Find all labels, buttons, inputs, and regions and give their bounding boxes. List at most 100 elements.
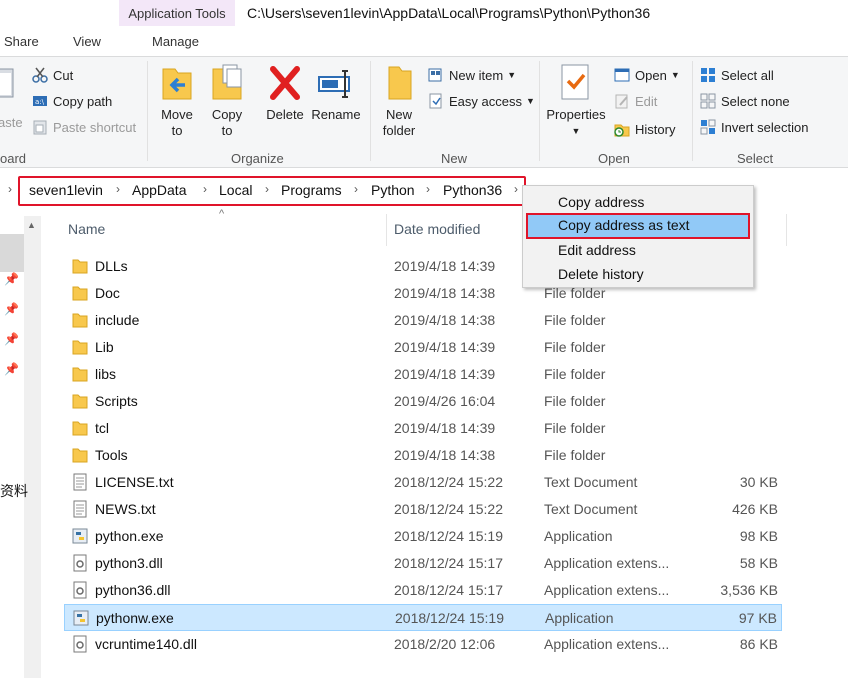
file-date-modified: 2019/4/18 14:38 — [394, 285, 496, 301]
rename-button[interactable]: Rename — [310, 63, 362, 123]
menu-item-delete-history[interactable]: Delete history — [526, 262, 750, 286]
open-group-label: Open — [598, 151, 630, 166]
title-bar: Application Tools C:\Users\seven1levin\A… — [0, 0, 848, 28]
file-row[interactable]: Lib 2019/4/18 14:39 File folder — [64, 334, 782, 361]
tab-share[interactable]: Share — [4, 34, 39, 49]
invert-selection-button[interactable]: Invert selection — [700, 119, 808, 135]
invert-selection-label: Invert selection — [721, 119, 809, 135]
paste-button[interactable]: aste — [0, 63, 23, 130]
properties-icon — [558, 63, 594, 103]
file-name: Scripts — [95, 393, 138, 409]
nav-selected-item[interactable] — [0, 234, 24, 272]
file-row[interactable]: vcruntime140.dll 2018/2/20 12:06 Applicati… — [64, 631, 782, 658]
copy-path-button[interactable]: a:\ Copy path — [32, 93, 112, 109]
file-row[interactable]: Scripts 2019/4/26 16:04 File folder — [64, 388, 782, 415]
folder-icon — [72, 311, 88, 329]
select-none-icon — [700, 93, 716, 109]
folder-icon — [72, 284, 88, 302]
nav-item-label-partial[interactable]: 资料 — [0, 481, 28, 501]
group-separator — [692, 61, 693, 161]
group-separator — [370, 61, 371, 161]
easy-access-button[interactable]: Easy access ▼ — [428, 93, 535, 109]
edit-label: Edit — [635, 93, 658, 109]
edit-button[interactable]: Edit — [614, 93, 657, 109]
file-date-modified: 2018/12/24 15:17 — [394, 582, 503, 598]
copy-path-icon: a:\ — [32, 93, 48, 109]
new-item-button[interactable]: New item ▼ — [428, 67, 516, 83]
ribbon: aste Cut a:\ Copy path Paste shortcut oa… — [0, 56, 848, 168]
menu-item-copy-address-as-text[interactable]: Copy address as text — [526, 213, 750, 239]
column-header-date[interactable]: Date modified — [394, 221, 480, 237]
folder-icon — [72, 419, 88, 437]
python-exe-icon — [72, 527, 88, 545]
file-size: 3,536 KB — [720, 582, 778, 598]
delete-button[interactable]: Delete — [262, 63, 308, 123]
column-divider[interactable] — [786, 214, 787, 246]
file-size: 426 KB — [732, 501, 778, 517]
select-all-icon — [700, 67, 716, 83]
clipboard-group-label: oard — [0, 151, 27, 166]
dll-file-icon — [72, 635, 88, 653]
file-type: Application extens... — [544, 636, 670, 652]
file-date-modified: 2018/12/24 15:17 — [394, 555, 503, 571]
select-none-button[interactable]: Select none — [700, 93, 790, 109]
dropdown-arrow-icon: ▼ — [507, 70, 517, 80]
properties-button[interactable]: Properties ▼ — [544, 63, 608, 139]
file-date-modified: 2018/2/20 12:06 — [394, 636, 496, 652]
paste-shortcut-button[interactable]: Paste shortcut — [32, 119, 136, 135]
tab-manage[interactable]: Manage — [152, 34, 199, 49]
file-name: tcl — [95, 420, 109, 436]
text-file-icon — [72, 473, 88, 491]
file-row[interactable]: tcl 2019/4/18 14:39 File folder — [64, 415, 782, 442]
file-name: Lib — [95, 339, 114, 355]
file-name: vcruntime140.dll — [95, 636, 197, 652]
window-title-path: C:\Users\seven1levin\AppData\Local\Progr… — [247, 5, 651, 21]
file-name: Doc — [95, 285, 120, 301]
menu-item-edit-address[interactable]: Edit address — [526, 238, 750, 262]
navigation-pane: ▲ 📌 📌 📌 📌 资料 — [0, 212, 42, 678]
sort-ascending-icon: ^ — [219, 208, 225, 220]
file-name: LICENSE.txt — [95, 474, 174, 490]
file-row[interactable]: libs 2019/4/18 14:39 File folder — [64, 361, 782, 388]
file-name: python3.dll — [95, 555, 163, 571]
clipboard-icon — [0, 63, 17, 103]
menu-item-copy-address[interactable]: Copy address — [526, 190, 750, 214]
column-divider[interactable] — [386, 214, 387, 246]
file-date-modified: 2018/12/24 15:19 — [395, 610, 504, 626]
scroll-up-arrow-icon[interactable]: ▲ — [27, 220, 36, 230]
dropdown-arrow-icon: ▼ — [670, 70, 680, 80]
open-button[interactable]: Open ▼ — [614, 67, 680, 83]
column-header-name[interactable]: Name — [68, 221, 105, 237]
delete-x-icon — [267, 63, 303, 103]
history-button[interactable]: History — [614, 121, 675, 137]
invert-selection-icon — [700, 119, 716, 135]
file-row[interactable]: LICENSE.txt 2018/12/24 15:22 Text Document… — [64, 469, 782, 496]
file-row[interactable]: pythonw.exe 2018/12/24 15:19 Application 97… — [64, 604, 782, 631]
copy-path-label: Copy path — [53, 93, 113, 109]
folder-icon — [72, 365, 88, 383]
file-row[interactable]: python.exe 2018/12/24 15:19 Application 98 … — [64, 523, 782, 550]
file-row[interactable]: Tools 2019/4/18 14:38 File folder — [64, 442, 782, 469]
select-group-label: Select — [737, 151, 774, 166]
file-name: python36.dll — [95, 582, 171, 598]
move-to-button[interactable]: Move to — [154, 63, 200, 139]
cut-button[interactable]: Cut — [32, 67, 73, 83]
file-size: 86 KB — [739, 636, 778, 652]
copy-to-button[interactable]: Copy to — [204, 63, 250, 139]
file-size: 58 KB — [739, 555, 778, 571]
new-folder-button[interactable]: New folder — [376, 63, 422, 139]
select-all-button[interactable]: Select all — [700, 67, 774, 83]
new-item-label: New item — [449, 67, 504, 83]
file-row[interactable]: include 2019/4/18 14:38 File folder — [64, 307, 782, 334]
file-name: python.exe — [95, 528, 164, 544]
file-type: Application — [544, 528, 613, 544]
tab-view[interactable]: View — [73, 34, 101, 49]
dll-file-icon — [72, 554, 88, 572]
file-row[interactable]: python36.dll 2018/12/24 15:17 Application … — [64, 577, 782, 604]
nav-scrollbar[interactable]: ▲ — [24, 216, 41, 678]
file-type: File folder — [544, 339, 606, 355]
file-row[interactable]: python3.dll 2018/12/24 15:17 Application e… — [64, 550, 782, 577]
edit-pencil-icon — [614, 93, 630, 109]
easy-access-icon — [428, 93, 444, 109]
file-row[interactable]: NEWS.txt 2018/12/24 15:22 Text Document 426… — [64, 496, 782, 523]
